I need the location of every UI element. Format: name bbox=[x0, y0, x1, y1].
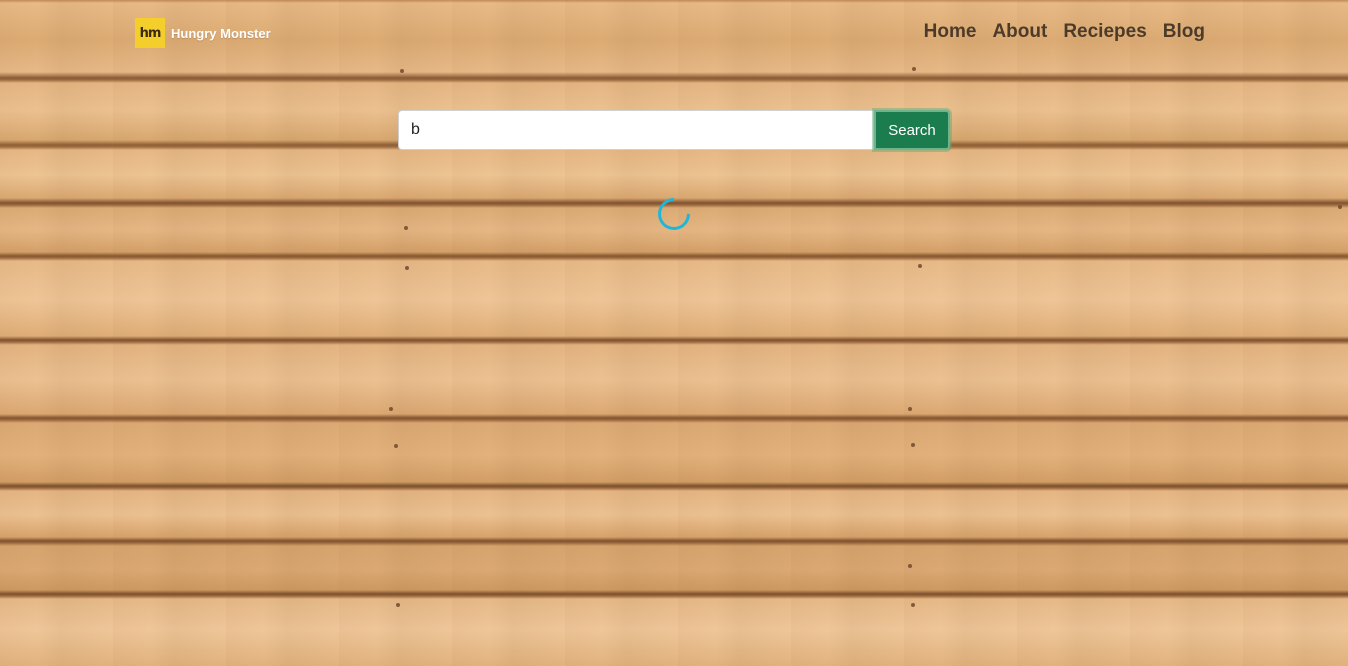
search-input[interactable] bbox=[398, 110, 874, 150]
nail-decoration bbox=[389, 407, 393, 411]
nav-links: Home About Reciepes Blog bbox=[924, 21, 1205, 43]
brand-link[interactable]: hm Hungry Monster bbox=[135, 18, 271, 48]
nail-decoration bbox=[911, 443, 915, 447]
navbar: hm Hungry Monster Home About Reciepes Bl… bbox=[0, 0, 1348, 68]
brand-name: Hungry Monster bbox=[171, 25, 271, 41]
nail-decoration bbox=[908, 564, 912, 568]
nail-decoration bbox=[396, 603, 400, 607]
wood-background bbox=[0, 0, 1348, 666]
nav-link-home[interactable]: Home bbox=[924, 21, 977, 43]
nav-link-about[interactable]: About bbox=[992, 21, 1047, 43]
nail-decoration bbox=[404, 226, 408, 230]
nav-link-blog[interactable]: Blog bbox=[1163, 21, 1205, 43]
brand-logo-icon: hm bbox=[135, 18, 165, 48]
nail-decoration bbox=[405, 266, 409, 270]
search-bar: Search bbox=[398, 110, 950, 150]
loading-spinner-icon bbox=[651, 191, 697, 237]
nail-decoration bbox=[394, 444, 398, 448]
nav-link-recipes[interactable]: Reciepes bbox=[1063, 21, 1146, 43]
nail-decoration bbox=[400, 69, 404, 73]
nail-decoration bbox=[918, 264, 922, 268]
nail-decoration bbox=[911, 603, 915, 607]
search-button[interactable]: Search bbox=[874, 110, 950, 150]
nail-decoration bbox=[908, 407, 912, 411]
nail-decoration bbox=[1338, 205, 1342, 209]
